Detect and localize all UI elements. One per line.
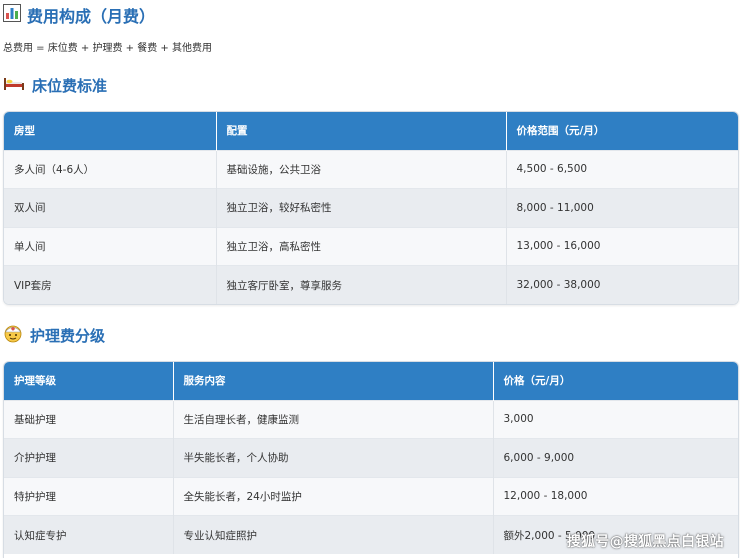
table-row: 特护护理 全失能长者，24小时监护 12,000 - 18,000 (4, 476, 738, 516)
cell-care-level: 特护护理 (4, 476, 174, 516)
table-header-row: 护理等级 服务内容 价格（元/月） (4, 362, 738, 400)
page-header: 费用构成（月费） (3, 4, 155, 26)
column-header-care-level: 护理等级 (4, 362, 174, 400)
cell-service: 专业认知症照护 (173, 515, 494, 555)
cell-config: 基础设施，公共卫浴 (216, 149, 507, 189)
column-header-config: 配置 (216, 112, 507, 150)
cell-config: 独立卫浴，高私密性 (216, 226, 507, 266)
cell-price: 32,000 - 38,000 (506, 265, 738, 304)
care-section-title: 护理费分级 (30, 326, 106, 345)
table-row: 双人间 独立卫浴，较好私密性 8,000 - 11,000 (4, 188, 738, 228)
cell-service: 全失能长者，24小时监护 (173, 476, 494, 516)
cell-price: 13,000 - 16,000 (506, 226, 738, 266)
bed-fee-table: 房型 配置 价格范围（元/月） 多人间（4-6人） 基础设施，公共卫浴 4,50… (3, 111, 739, 305)
page-title: 费用构成（月费） (27, 7, 156, 26)
bed-section-header: 床位费标准 (3, 74, 107, 96)
cell-price: 8,000 - 11,000 (506, 188, 738, 228)
care-fee-table: 护理等级 服务内容 价格（元/月） 基础护理 生活自理长者，健康监测 3,000… (3, 361, 739, 558)
table-row: 基础护理 生活自理长者，健康监测 3,000 (4, 399, 738, 439)
cell-price: 4,500 - 6,500 (506, 149, 738, 189)
bed-icon (3, 75, 25, 95)
bar-chart-icon (3, 4, 21, 26)
cell-room-type: 多人间（4-6人） (4, 149, 217, 189)
cell-room-type: 单人间 (4, 226, 217, 266)
column-header-room-type: 房型 (4, 112, 217, 150)
cell-care-level: 介护护理 (4, 438, 174, 478)
cell-room-type: 双人间 (4, 188, 217, 228)
cell-service: 半失能长者，个人协助 (173, 438, 494, 478)
cell-care-level: 基础护理 (4, 399, 174, 439)
table-row: 单人间 独立卫浴，高私密性 13,000 - 16,000 (4, 226, 738, 266)
column-header-price-range: 价格范围（元/月） (506, 112, 738, 150)
care-section-header: 护理费分级 (3, 324, 105, 346)
cell-price: 3,000 (493, 399, 738, 439)
cell-config: 独立卫浴，较好私密性 (216, 188, 507, 228)
watermark: 搜狐号@搜狐黑点白银站 (566, 534, 724, 550)
cell-service: 生活自理长者，健康监测 (173, 399, 494, 439)
table-row: 介护护理 半失能长者，个人协助 6,000 - 9,000 (4, 438, 738, 478)
column-header-service: 服务内容 (173, 362, 494, 400)
table-header-row: 房型 配置 价格范围（元/月） (4, 112, 738, 150)
cell-config: 独立客厅卧室，尊享服务 (216, 265, 507, 304)
fee-formula: 总费用 = 床位费 + 护理费 + 餐费 + 其他费用 (3, 43, 212, 54)
nurse-face-icon (3, 323, 23, 347)
cell-price: 12,000 - 18,000 (493, 476, 738, 516)
table-row: 多人间（4-6人） 基础设施，公共卫浴 4,500 - 6,500 (4, 149, 738, 189)
cell-price: 6,000 - 9,000 (493, 438, 738, 478)
bed-section-title: 床位费标准 (32, 76, 108, 95)
column-header-price: 价格（元/月） (493, 362, 738, 400)
cell-room-type: VIP套房 (4, 265, 217, 304)
table-row: VIP套房 独立客厅卧室，尊享服务 32,000 - 38,000 (4, 265, 738, 304)
cell-care-level: 认知症专护 (4, 515, 174, 555)
